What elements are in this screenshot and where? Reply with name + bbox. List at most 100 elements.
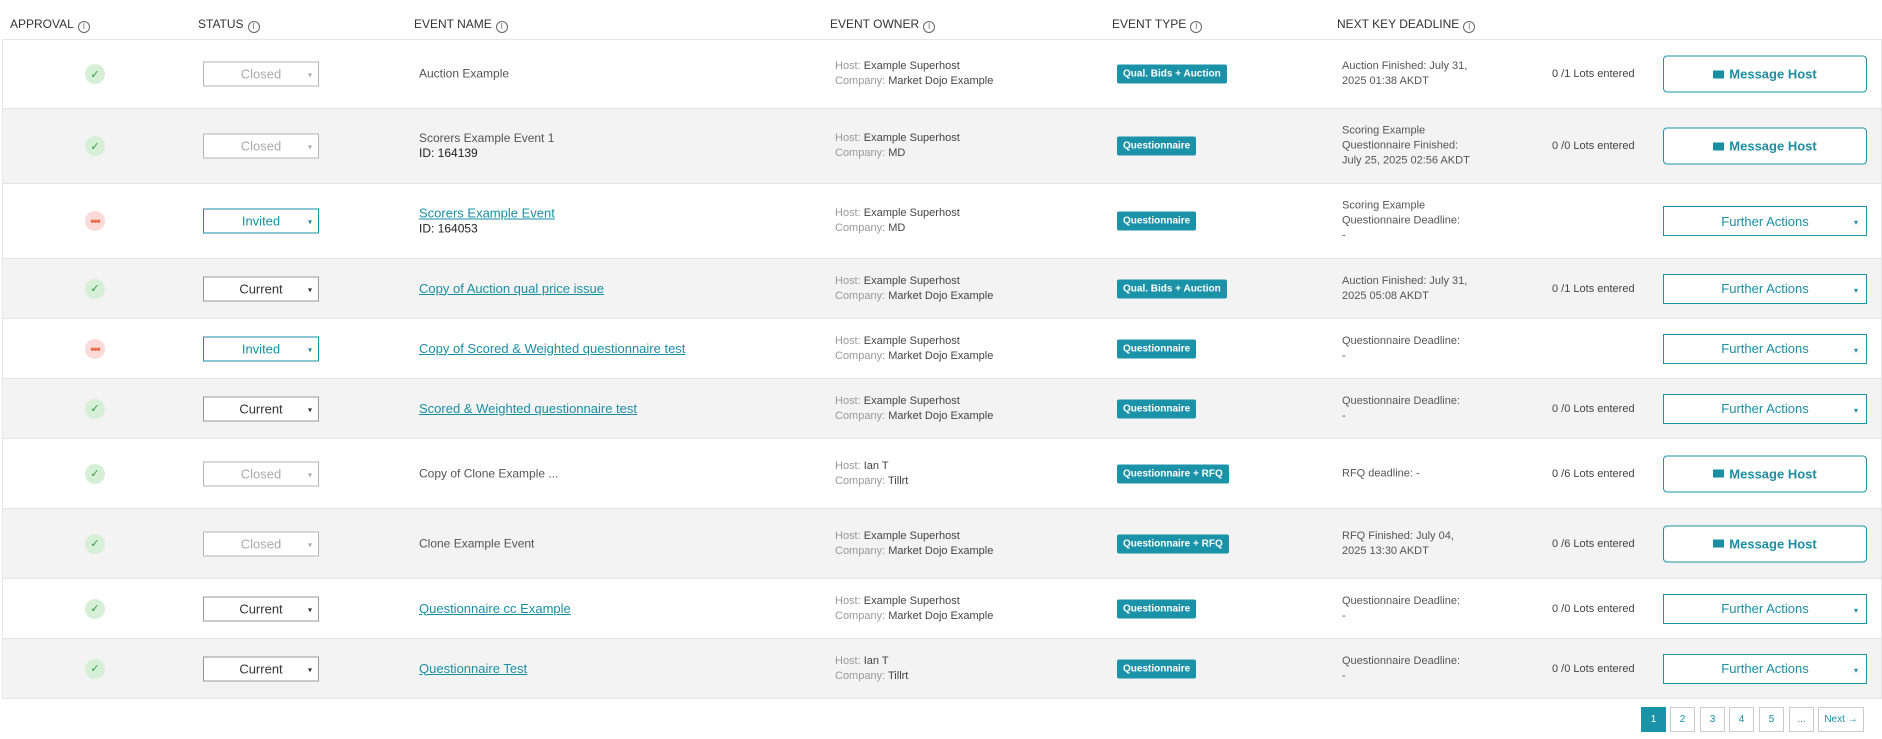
company-name: Market Dojo Example xyxy=(888,349,994,362)
event-type-badge: Qual. Bids + Auction xyxy=(1117,64,1227,84)
further-actions-dropdown[interactable]: Further Actions ▾ xyxy=(1663,333,1867,364)
host-line: Host: Example Superhost xyxy=(835,394,993,409)
page-4[interactable]: 4 xyxy=(1729,707,1754,732)
host-label: Host: xyxy=(835,594,861,607)
event-type-badge: Qual. Bids + Auction xyxy=(1117,279,1227,298)
event-name-link[interactable]: Copy of Scored & Weighted questionnaire … xyxy=(419,341,685,356)
event-name-link[interactable]: Questionnaire cc Example xyxy=(419,601,571,616)
deadline-line: - xyxy=(1342,609,1346,622)
approved-check-icon: ✓ xyxy=(85,658,105,679)
company-line: Company: Market Dojo Example xyxy=(835,609,993,624)
company-line: Company: Market Dojo Example xyxy=(835,409,993,424)
info-icon[interactable]: i xyxy=(1463,21,1476,33)
status-dropdown[interactable]: Invited ▾ xyxy=(203,208,319,234)
further-actions-dropdown[interactable]: Further Actions ▾ xyxy=(1663,593,1867,624)
host-name: Example Superhost xyxy=(863,132,960,144)
further-actions-label: Further Actions xyxy=(1721,281,1809,296)
info-icon[interactable]: i xyxy=(923,21,936,33)
event-owner-cell: Host: Example Superhost Company: Market D… xyxy=(835,394,993,424)
event-name-link[interactable]: Scored & Weighted questionnaire test xyxy=(419,401,637,416)
status-dropdown[interactable]: Current ▾ xyxy=(203,596,319,621)
host-label: Host: xyxy=(835,60,861,72)
chevron-down-icon: ▾ xyxy=(1853,218,1858,227)
further-actions-label: Further Actions xyxy=(1721,213,1809,229)
host-name: Example Superhost xyxy=(863,529,960,542)
event-name-cell: Copy of Auction qual price issue xyxy=(419,281,604,297)
further-actions-dropdown[interactable]: Further Actions ▾ xyxy=(1663,653,1867,684)
deadline-line: - xyxy=(1342,229,1346,242)
event-owner-cell: Host: Example Superhost Company: Market D… xyxy=(835,529,993,559)
chevron-down-icon: ▾ xyxy=(1853,605,1858,615)
approved-check-icon: ✓ xyxy=(85,278,105,299)
deadline-line: Questionnaire Deadline: xyxy=(1342,334,1461,347)
message-host-button[interactable]: Message Host xyxy=(1663,127,1867,165)
status-dropdown[interactable]: Current ▾ xyxy=(203,656,319,681)
info-icon[interactable]: i xyxy=(495,21,508,33)
deadline-line: Questionnaire Finished: xyxy=(1342,139,1459,152)
event-name: Copy of Clone Example ... xyxy=(419,466,559,480)
table-row: ••• Invited ▾ Copy of Scored & Weighted que… xyxy=(3,319,1881,379)
company-line: Company: Tillrt xyxy=(835,474,908,489)
message-host-button[interactable]: Message Host xyxy=(1663,455,1867,492)
event-type-badge: Questionnaire + RFQ xyxy=(1117,464,1229,483)
further-actions-dropdown[interactable]: Further Actions ▾ xyxy=(1663,206,1867,236)
page-1[interactable]: 1 xyxy=(1641,707,1666,732)
further-actions-dropdown[interactable]: Further Actions ▾ xyxy=(1663,393,1867,424)
host-name: Ian T xyxy=(863,459,889,472)
status-dropdown[interactable]: Current ▾ xyxy=(203,276,319,301)
info-icon[interactable]: i xyxy=(247,21,260,33)
host-line: Host: Ian T xyxy=(835,459,908,474)
deadline-line: Questionnaire Deadline: xyxy=(1342,654,1461,667)
page-3[interactable]: 3 xyxy=(1700,707,1725,732)
company-line: Company: MD xyxy=(835,146,960,161)
status-value: Current xyxy=(239,401,283,416)
event-name-link[interactable]: Questionnaire Test xyxy=(419,661,527,676)
event-name: Scorers Example Event 1 xyxy=(419,131,555,145)
status-value: Current xyxy=(239,601,283,616)
company-label: Company: xyxy=(835,147,886,159)
host-name: Example Superhost xyxy=(863,274,960,287)
host-label: Host: xyxy=(835,274,861,287)
company-label: Company: xyxy=(835,409,886,422)
info-icon[interactable]: i xyxy=(77,21,90,33)
table-row: ✓ Current ▾ Copy of Auction qual price issu… xyxy=(3,259,1881,319)
host-name: Example Superhost xyxy=(863,394,960,407)
table-row: ✓ Current ▾ Questionnaire Test Host: Ian T Co… xyxy=(3,639,1881,699)
page-2[interactable]: 2 xyxy=(1670,707,1695,732)
chevron-down-icon: ▾ xyxy=(307,142,312,152)
lots-entered: 0 /6 Lots entered xyxy=(1552,537,1635,550)
host-line: Host: Example Superhost xyxy=(835,59,993,74)
event-name-link[interactable]: Scorers Example Event xyxy=(419,206,555,221)
table-row: ✓ Closed ▾ Clone Example Event Host: Example… xyxy=(3,509,1881,579)
chevron-down-icon: ▾ xyxy=(307,405,312,414)
chevron-down-icon: ▾ xyxy=(307,605,312,614)
status-value: Invited xyxy=(241,341,281,356)
event-owner-cell: Host: Example Superhost Company: Market D… xyxy=(835,59,993,89)
envelope-icon xyxy=(1713,539,1725,548)
info-icon[interactable]: i xyxy=(1190,21,1203,33)
next-page-button[interactable]: Next → xyxy=(1818,707,1864,732)
event-type-badge: Questionnaire xyxy=(1117,599,1197,618)
page-5[interactable]: 5 xyxy=(1759,707,1784,732)
status-dropdown[interactable]: Current ▾ xyxy=(203,396,319,421)
chevron-down-icon: ▾ xyxy=(307,345,312,354)
company-label: Company: xyxy=(835,474,886,487)
company-label: Company: xyxy=(835,222,886,234)
host-label: Host: xyxy=(835,459,861,472)
chevron-down-icon: ▾ xyxy=(1853,345,1858,355)
status-dropdown[interactable]: Invited ▾ xyxy=(203,336,319,361)
table-row: ✓ Current ▾ Scored & Weighted questionnaire… xyxy=(3,379,1881,439)
deadline-line: Scoring Example xyxy=(1342,124,1426,137)
deadline-line: Auction Finished: July 31, xyxy=(1342,60,1468,72)
message-host-button[interactable]: Message Host xyxy=(1663,55,1867,93)
message-host-button[interactable]: Message Host xyxy=(1663,525,1867,562)
further-actions-dropdown[interactable]: Further Actions ▾ xyxy=(1663,273,1867,304)
event-name-link[interactable]: Copy of Auction qual price issue xyxy=(419,281,604,296)
deadline-line: Questionnaire Deadline: xyxy=(1342,214,1461,227)
event-name-cell: Scorers Example Event ID: 164053 xyxy=(419,206,555,237)
lots-entered: 0 /0 Lots entered xyxy=(1552,402,1635,415)
event-id: ID: 164139 xyxy=(419,146,478,160)
further-actions-label: Further Actions xyxy=(1721,661,1809,676)
company-label: Company: xyxy=(835,75,886,87)
chevron-down-icon: ▾ xyxy=(1853,665,1858,675)
